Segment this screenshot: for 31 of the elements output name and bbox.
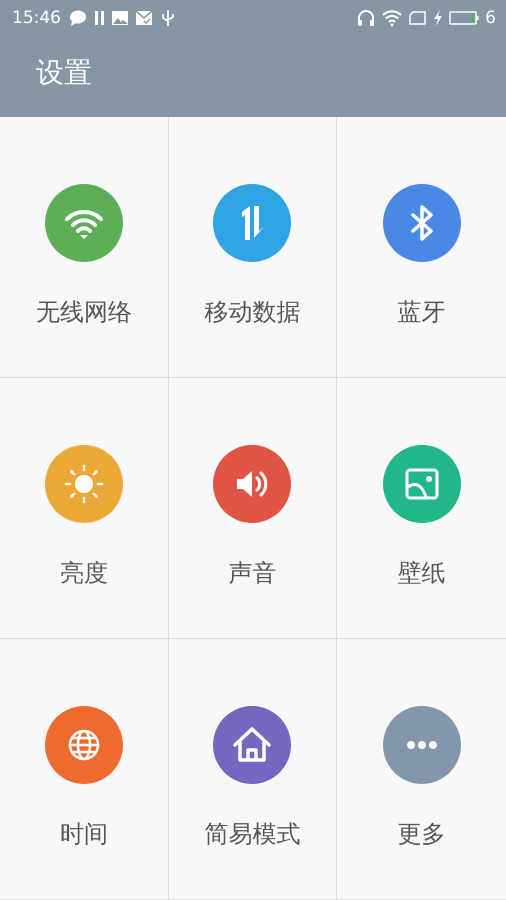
headphones-icon <box>357 9 376 27</box>
status-time: 15:46 <box>12 8 61 28</box>
settings-tile[interactable]: 壁纸 <box>337 378 506 639</box>
page-title: 设置 <box>35 55 93 91</box>
pause-icon <box>93 9 105 27</box>
mail-check-icon <box>135 9 153 27</box>
settings-tile[interactable]: 移动数据 <box>168 117 338 378</box>
tile-label: 时间 <box>60 819 108 850</box>
tile-label: 蓝牙 <box>398 297 446 328</box>
sim-card-icon <box>409 9 428 27</box>
chat-bubble-icon <box>69 9 87 27</box>
battery-text: 6 <box>485 8 496 28</box>
charging-bolt-icon <box>433 9 444 27</box>
wifi-signal-icon <box>381 9 404 27</box>
usb-icon <box>159 9 177 27</box>
image-icon <box>111 9 129 27</box>
tile-label: 壁纸 <box>398 558 446 589</box>
settings-tile[interactable]: 更多 <box>337 639 506 900</box>
settings-tile[interactable]: 简易模式 <box>168 639 338 900</box>
battery-icon <box>449 9 480 27</box>
tile-label: 亮度 <box>60 558 108 589</box>
settings-tile[interactable]: 时间 <box>0 639 169 900</box>
settings-tile[interactable]: 无线网络 <box>0 117 169 378</box>
tile-label: 简易模式 <box>204 819 300 850</box>
tile-label: 更多 <box>398 819 446 850</box>
tile-label: 声音 <box>228 558 276 589</box>
tile-label: 移动数据 <box>204 297 300 328</box>
settings-tile[interactable]: 声音 <box>168 378 338 639</box>
tile-label: 无线网络 <box>36 297 132 328</box>
settings-tile[interactable]: 亮度 <box>0 378 169 639</box>
settings-tile[interactable]: 蓝牙 <box>337 117 506 378</box>
